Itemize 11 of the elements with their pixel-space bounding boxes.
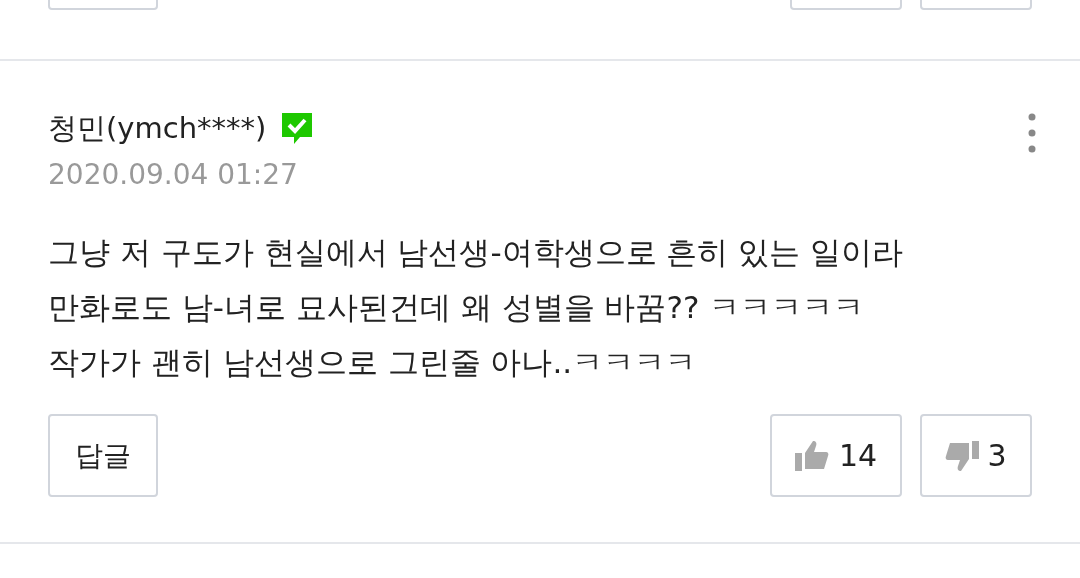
comment-text: 그냥 저 구도가 현실에서 남선생-여학생으로 흔히 있는 일이라 xyxy=(48,233,905,272)
author-name: 청민(ymch****) xyxy=(48,113,267,143)
dislike-button[interactable]: 3 xyxy=(920,414,1032,497)
comment-text: 만화로도 남-녀로 묘사된건데 왜 성별을 바꿈?? ㅋㅋㅋㅋㅋ xyxy=(48,288,866,327)
comment-text: 작가가 괜히 남선생으로 그린줄 아나..ㅋㅋㅋㅋ xyxy=(48,343,698,382)
reply-button[interactable]: 답글 xyxy=(48,414,158,497)
comment-date: 2020.09.04 01:27 xyxy=(48,161,299,189)
thumbs-down-icon xyxy=(945,440,980,471)
more-options-icon[interactable] xyxy=(1028,113,1036,153)
thumbs-up-icon xyxy=(794,440,829,471)
like-button[interactable]: 14 xyxy=(770,414,902,497)
